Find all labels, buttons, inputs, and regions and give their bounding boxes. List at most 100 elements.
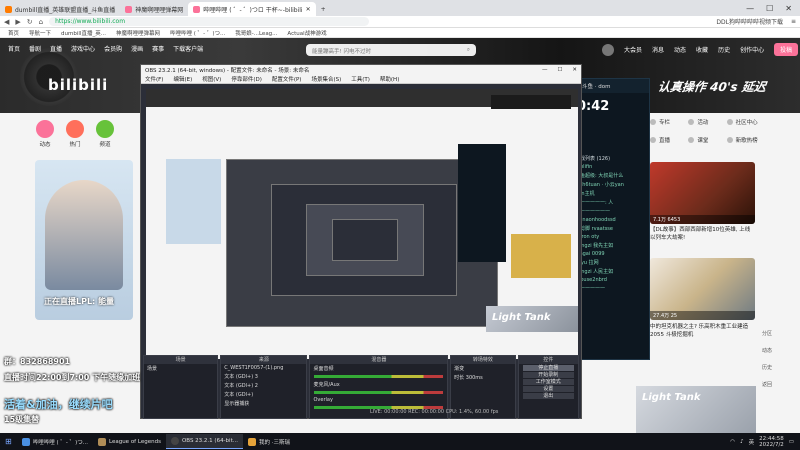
menu-item[interactable]: 文件(F) [145, 75, 163, 83]
header-link[interactable]: 收藏 [696, 45, 708, 54]
float-link[interactable]: 返回 [762, 381, 772, 388]
menu-item[interactable]: 视图(V) [202, 75, 221, 83]
wifi-icon[interactable]: ◠ [730, 439, 735, 445]
bookmark-item[interactable]: 导航一下 [29, 29, 51, 37]
category-item[interactable]: 热门 [66, 120, 84, 148]
settings-button[interactable]: 设置 [522, 386, 574, 392]
back-icon[interactable]: ◀ [4, 18, 9, 26]
header-link[interactable]: 历史 [718, 45, 730, 54]
close-button[interactable]: ✕ [572, 67, 577, 73]
menu-item[interactable]: 配置文件(P) [272, 75, 302, 83]
source-item[interactable]: 显示器捕获 [221, 399, 306, 408]
bookmark-item[interactable]: Actual战神游戏 [287, 29, 326, 37]
quick-nav-item[interactable]: 新歌热榜 [726, 136, 765, 144]
scene-item[interactable]: 场景 [144, 364, 217, 373]
video-card[interactable]: 27.4万 25 [650, 258, 755, 320]
audio-meter [314, 375, 444, 378]
menu-item[interactable]: 停靠部件(D) [231, 75, 262, 83]
nav-link[interactable]: 会员购 [104, 44, 122, 53]
start-button[interactable]: ⊞ [0, 434, 17, 449]
bookmark-item[interactable]: 我哥娘-...Leag... [235, 29, 277, 37]
taskbar-app[interactable]: 哔哩哔哩 ( ゜- ゜)つ... [17, 434, 93, 449]
nav-link[interactable]: 漫画 [131, 44, 143, 53]
bookmark-item[interactable]: 首页 [8, 29, 19, 37]
menu-item[interactable]: 编辑(E) [173, 75, 192, 83]
home-icon[interactable]: ⌂ [39, 18, 43, 26]
new-tab-button[interactable]: + [316, 2, 331, 16]
minimize-button[interactable]: — [542, 67, 548, 73]
transition-select[interactable]: 渐变 [451, 364, 514, 373]
float-link[interactable]: 历史 [762, 364, 772, 371]
forward-icon[interactable]: ▶ [15, 18, 20, 26]
source-item[interactable]: 文本 (GDI+) 2 [221, 381, 306, 390]
video-title[interactable]: 【DL故事】西部西部新增10位英雄, 上线以列车大劫案! [650, 226, 755, 242]
category-item[interactable]: 动态 [36, 120, 54, 148]
quick-nav-item[interactable]: 活动 [688, 118, 726, 126]
category-label: 频道 [99, 142, 111, 148]
search-icon[interactable]: ⌕ [467, 47, 470, 54]
source-item[interactable]: 文本 (GDI+) [221, 390, 306, 399]
start-recording-button[interactable]: 开始录制 [522, 372, 574, 378]
nav-link[interactable]: 番剧 [29, 44, 41, 53]
close-button[interactable]: ✕ [785, 4, 792, 13]
studio-mode-button[interactable]: 工作室模式 [522, 379, 574, 385]
bookmark-item[interactable]: 哔哩哔哩 ( ゜- ゜)つ... [170, 29, 225, 37]
browser-tab[interactable]: 神魔啊哩哩弹幕网 [120, 2, 188, 16]
float-link[interactable]: 分区 [762, 330, 772, 337]
source-item[interactable]: 文本 (GDI+) 3 [221, 372, 306, 381]
menu-item[interactable]: 场景集合(S) [311, 75, 341, 83]
nav-link[interactable]: 下载客户端 [173, 44, 203, 53]
search-input[interactable]: 能量蹦高手! 闪电不过时 ⌕ [306, 44, 476, 56]
maximize-button[interactable]: ☐ [766, 4, 773, 13]
clock[interactable]: 22:44:58 2022/7/2 [759, 436, 784, 448]
maximize-button[interactable]: ☐ [557, 67, 562, 73]
overlay-tagline: 活着&加油，继续片吧 [4, 398, 113, 411]
app-icon [247, 437, 256, 446]
transition-duration[interactable]: 时长 300ms [451, 373, 514, 382]
header-link[interactable]: 消息 [652, 45, 664, 54]
taskbar-app[interactable]: 我的 ·三斯瑞 [243, 434, 295, 449]
refresh-icon[interactable]: ↻ [27, 18, 33, 26]
upload-button[interactable]: 投稿 [774, 43, 799, 56]
music-icon [726, 137, 733, 143]
header-link[interactable]: 大会员 [624, 45, 642, 54]
nav-link[interactable]: 直播 [50, 44, 62, 53]
quick-nav-item[interactable]: 专栏 [650, 118, 688, 126]
taskbar-app[interactable]: League of Legends [93, 434, 166, 449]
quick-nav-item[interactable]: 直播 [650, 136, 688, 144]
bili-logo[interactable]: bilibili [48, 76, 108, 94]
nav-link[interactable]: 首页 [8, 44, 20, 53]
menu-item[interactable]: 工具(T) [351, 75, 370, 83]
menu-item[interactable]: 帮助(H) [380, 75, 399, 83]
browser-tab-active[interactable]: 哔哩哔哩 ( ゜- ゜)つロ 干杯~-bilibili ✕ [188, 2, 316, 16]
menu-icon[interactable]: ≡ [791, 18, 796, 25]
notification-icon[interactable]: ▭ [789, 439, 794, 445]
header-link[interactable]: 动态 [674, 45, 686, 54]
video-card[interactable]: 7.1万 6453 [650, 162, 755, 224]
url-input[interactable]: https://www.bilibili.com [49, 17, 370, 26]
input-language[interactable]: 英 [749, 438, 755, 446]
video-title[interactable]: 中的坦克机器之主? 乐高积木重工业建造2055 斗极挖掘机 [650, 323, 755, 339]
avatar[interactable] [602, 43, 614, 56]
stop-stream-button[interactable]: 停止直播 [522, 365, 574, 371]
close-tab-icon[interactable]: ✕ [306, 6, 311, 13]
float-link[interactable]: 动态 [762, 347, 772, 354]
header-link[interactable]: 创作中心 [740, 45, 764, 54]
exit-button[interactable]: 退出 [522, 393, 574, 399]
source-item[interactable]: C_WEST1F0057-(1).png [221, 364, 306, 372]
extension-label[interactable]: DDL狗哔哔哔哔视频下载 [716, 17, 783, 26]
taskbar-app[interactable]: OBS 23.2.1 (64-bit... [165, 434, 243, 449]
nav-link[interactable]: 游戏中心 [71, 44, 95, 53]
category-item[interactable]: 频道 [96, 120, 114, 148]
quick-nav-item[interactable]: 课堂 [688, 136, 726, 144]
tab-label: dumbill直播_英雄联盟直播_斗鱼直播 [15, 6, 116, 14]
nav-link[interactable]: 赛事 [152, 44, 164, 53]
bookmark-item[interactable]: dumbill直播_英... [61, 29, 106, 37]
quick-nav-item[interactable]: 社区中心 [726, 118, 765, 126]
quick-nav-label: 课堂 [697, 138, 709, 144]
minimize-button[interactable]: — [746, 4, 754, 13]
windows-icon: ⊞ [5, 437, 12, 446]
bookmark-item[interactable]: 神魔啊哩哩弹幕网 [116, 29, 160, 37]
browser-tab[interactable]: dumbill直播_英雄联盟直播_斗鱼直播 [0, 2, 120, 16]
volume-icon[interactable]: ♪ [740, 439, 744, 445]
